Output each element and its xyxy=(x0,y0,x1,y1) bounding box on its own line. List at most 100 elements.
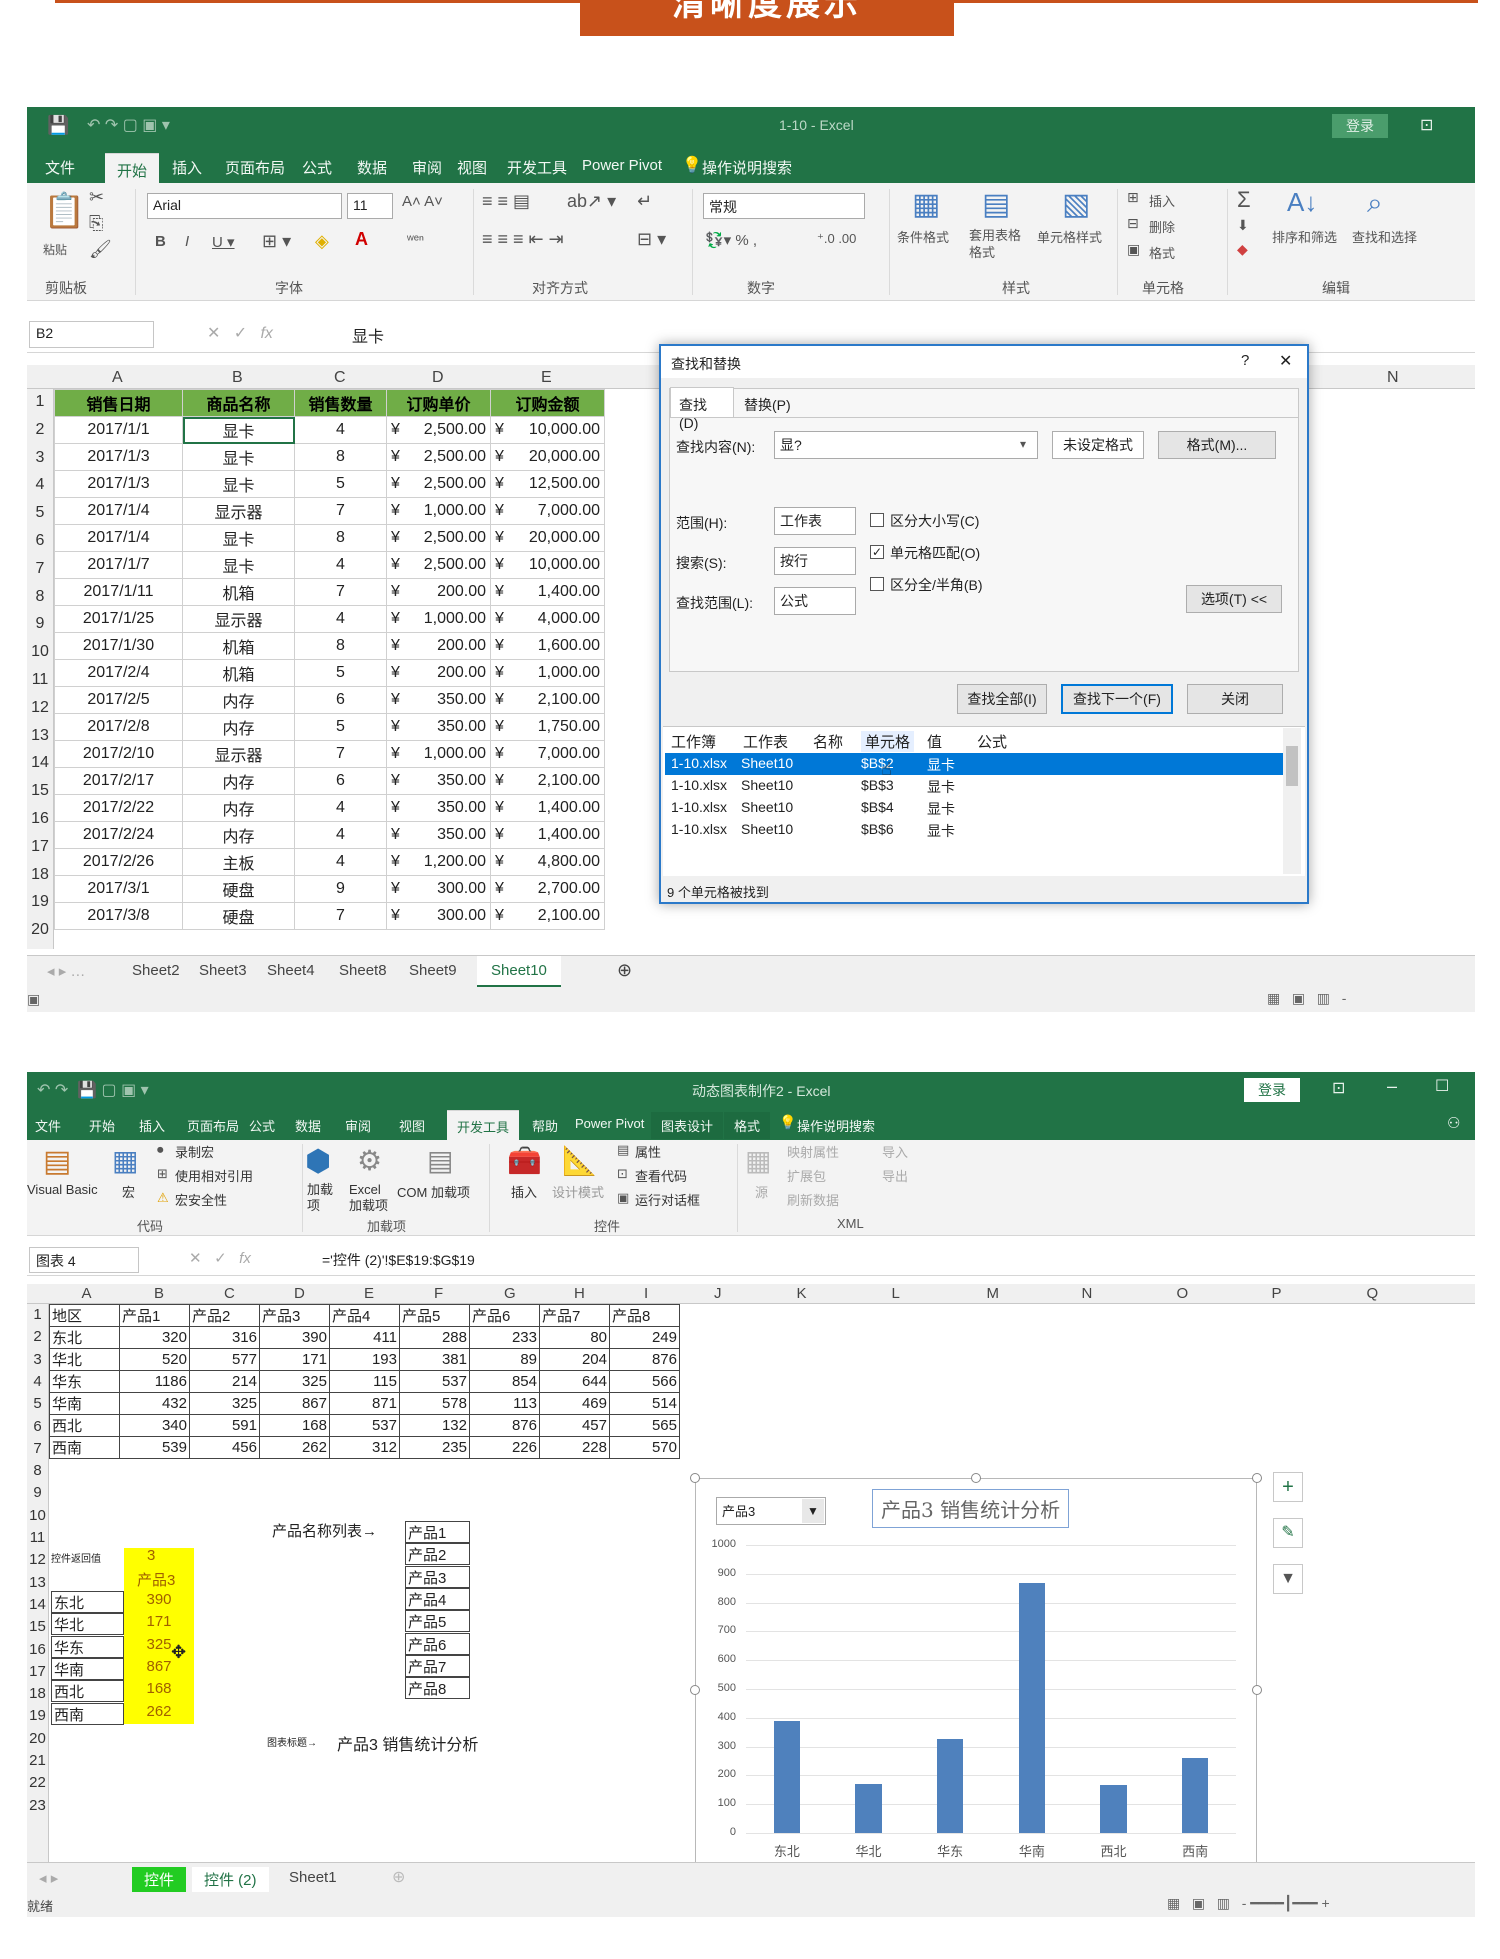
table-cell[interactable]: 2017/2/26 xyxy=(54,848,183,876)
delete-cells-label[interactable]: 删除 xyxy=(1149,217,1175,236)
tab-5[interactable]: 数据 xyxy=(295,1116,321,1135)
view-code-icon[interactable]: ⊡ xyxy=(617,1166,628,1182)
value-cell[interactable]: 171 xyxy=(124,1613,194,1635)
tab-3[interactable]: 页面布局 xyxy=(225,157,285,178)
table-cell[interactable]: ¥1,200.00 xyxy=(386,848,491,876)
table-header[interactable]: 产品1 xyxy=(119,1304,190,1327)
tab-4[interactable]: 公式 xyxy=(249,1116,275,1135)
table-cell[interactable]: 8 xyxy=(294,524,387,552)
result-cell[interactable]: 显卡 xyxy=(927,799,955,819)
region-cell[interactable]: 华南 xyxy=(51,1657,124,1680)
sort-filter-icon[interactable]: A↓ xyxy=(1287,187,1317,218)
close-icon[interactable]: ✕ xyxy=(1279,351,1292,371)
resize-handle[interactable] xyxy=(1252,1473,1262,1483)
paste-icon[interactable]: 📋 xyxy=(43,191,85,231)
quick-access-icons[interactable]: ↶ ↷ 💾 ▢ ▣ ▾ xyxy=(37,1080,149,1100)
table-cell[interactable]: 2017/2/17 xyxy=(54,767,183,795)
table-header[interactable]: 产品6 xyxy=(469,1304,540,1327)
product-list-item[interactable]: 产品7 xyxy=(405,1654,470,1677)
macro-security-label[interactable]: 宏安全性 xyxy=(175,1190,227,1209)
tab-2[interactable]: 插入 xyxy=(172,157,202,178)
properties-label[interactable]: 属性 xyxy=(635,1142,661,1161)
chevron-down-icon[interactable]: ▼ xyxy=(802,1499,824,1523)
cell-styles-label[interactable]: 单元格样式 xyxy=(1037,227,1102,246)
table-cell[interactable]: 432 xyxy=(119,1392,190,1415)
table-cell[interactable]: 566 xyxy=(609,1370,680,1393)
record-macro-label[interactable]: 录制宏 xyxy=(175,1142,214,1161)
result-column-header[interactable]: 值 xyxy=(927,731,942,752)
com-addins-icon[interactable]: ▤ xyxy=(427,1144,453,1177)
tab-4[interactable]: 公式 xyxy=(302,157,332,178)
table-cell[interactable]: 537 xyxy=(399,1370,470,1393)
table-cell[interactable]: 1186 xyxy=(119,1370,190,1393)
border-icon[interactable]: ⊞ ▾ xyxy=(262,231,291,252)
table-cell[interactable]: 7 xyxy=(294,497,387,525)
tab-11[interactable]: 图表设计 xyxy=(651,1112,724,1139)
user-icon[interactable]: ⚇ xyxy=(1447,1114,1460,1132)
table-cell[interactable]: ¥10,000.00 xyxy=(490,416,605,444)
result-column-header[interactable]: 工作簿 xyxy=(671,731,716,752)
table-cell[interactable]: 644 xyxy=(539,1370,610,1393)
value-cell[interactable]: 168 xyxy=(124,1680,194,1702)
table-cell[interactable]: 显示器 xyxy=(182,605,295,633)
orientation-icon[interactable]: ab↗ ▾ xyxy=(567,191,616,212)
result-column-header[interactable]: 单元格 xyxy=(861,731,915,752)
grow-font-icon[interactable]: A˄ A˅ xyxy=(402,193,443,210)
table-cell[interactable]: 华东 xyxy=(49,1370,120,1393)
bar-华南[interactable] xyxy=(1018,1583,1045,1833)
table-cell[interactable]: ¥1,000.00 xyxy=(490,659,605,687)
maximize-icon[interactable]: ☐ xyxy=(1435,1076,1449,1096)
table-header[interactable]: 产品3 xyxy=(259,1304,330,1327)
sheet-tab[interactable]: Sheet8 xyxy=(339,962,387,979)
bar-西北[interactable] xyxy=(1100,1784,1127,1833)
table-cell[interactable]: ¥1,400.00 xyxy=(490,821,605,849)
view-code-label[interactable]: 查看代码 xyxy=(635,1166,687,1185)
table-cell[interactable]: 537 xyxy=(329,1414,400,1437)
table-cell[interactable]: 249 xyxy=(609,1326,680,1349)
table-cell[interactable]: 7 xyxy=(294,740,387,768)
table-cell[interactable]: 华北 xyxy=(49,1348,120,1371)
table-cell[interactable]: 显卡 xyxy=(182,551,295,579)
macro-record-icon[interactable]: ▣ xyxy=(27,991,40,1008)
table-cell[interactable]: 325 xyxy=(259,1370,330,1393)
table-cell[interactable]: 机箱 xyxy=(182,659,295,687)
table-cell[interactable]: ¥2,100.00 xyxy=(490,686,605,714)
table-cell[interactable]: 2017/2/24 xyxy=(54,821,183,849)
table-cell[interactable]: ¥10,000.00 xyxy=(490,551,605,579)
table-cell[interactable]: 578 xyxy=(399,1392,470,1415)
formula-icons[interactable]: ✕ ✓ fx xyxy=(207,323,273,343)
format-button[interactable]: 格式(M)... xyxy=(1158,431,1276,459)
resize-handle[interactable] xyxy=(1252,1685,1262,1695)
table-header[interactable]: 订购金额 xyxy=(490,389,605,417)
resize-handle[interactable] xyxy=(690,1685,700,1695)
result-column-header[interactable]: 公式 xyxy=(977,731,1007,752)
table-cell[interactable]: 内存 xyxy=(182,794,295,822)
look-in-select[interactable]: 公式 xyxy=(774,587,856,615)
search-select[interactable]: 按行 xyxy=(774,547,856,575)
table-cell[interactable]: ¥2,700.00 xyxy=(490,875,605,903)
table-cell[interactable]: 2017/1/3 xyxy=(54,443,183,471)
macros-label[interactable]: 宏 xyxy=(122,1182,135,1201)
autosum-icon[interactable]: Σ xyxy=(1237,187,1251,213)
save-icon[interactable]: 💾 xyxy=(47,115,69,136)
view-icons[interactable]: ▦ ▣ ▥ - xyxy=(1267,990,1346,1007)
table-cell[interactable]: 591 xyxy=(189,1414,260,1437)
table-cell[interactable]: 2017/2/10 xyxy=(54,740,183,768)
table-cell[interactable]: ¥200.00 xyxy=(386,659,491,687)
value-cell[interactable]: 390 xyxy=(124,1591,194,1613)
bar-西南[interactable] xyxy=(1182,1757,1209,1833)
table-cell[interactable]: 228 xyxy=(539,1436,610,1459)
table-cell[interactable]: 539 xyxy=(119,1436,190,1459)
find-what-input[interactable]: 显? xyxy=(774,431,1038,459)
table-cell[interactable]: 8 xyxy=(294,443,387,471)
underline-icon[interactable]: U ▾ xyxy=(212,233,235,251)
sheet-tab[interactable]: Sheet1 xyxy=(277,1867,349,1888)
bar-华东[interactable] xyxy=(937,1739,964,1833)
table-cell[interactable]: 硬盘 xyxy=(182,902,295,930)
wrap-text-icon[interactable]: ↵ xyxy=(637,191,652,212)
chart-elements-plus-icon[interactable]: + xyxy=(1273,1472,1303,1502)
source-label[interactable]: 源 xyxy=(755,1182,768,1201)
chart-filter-icon[interactable]: ▼ xyxy=(1273,1564,1303,1594)
table-cell[interactable]: ¥2,100.00 xyxy=(490,767,605,795)
sheet-tab[interactable]: Sheet3 xyxy=(199,962,247,979)
